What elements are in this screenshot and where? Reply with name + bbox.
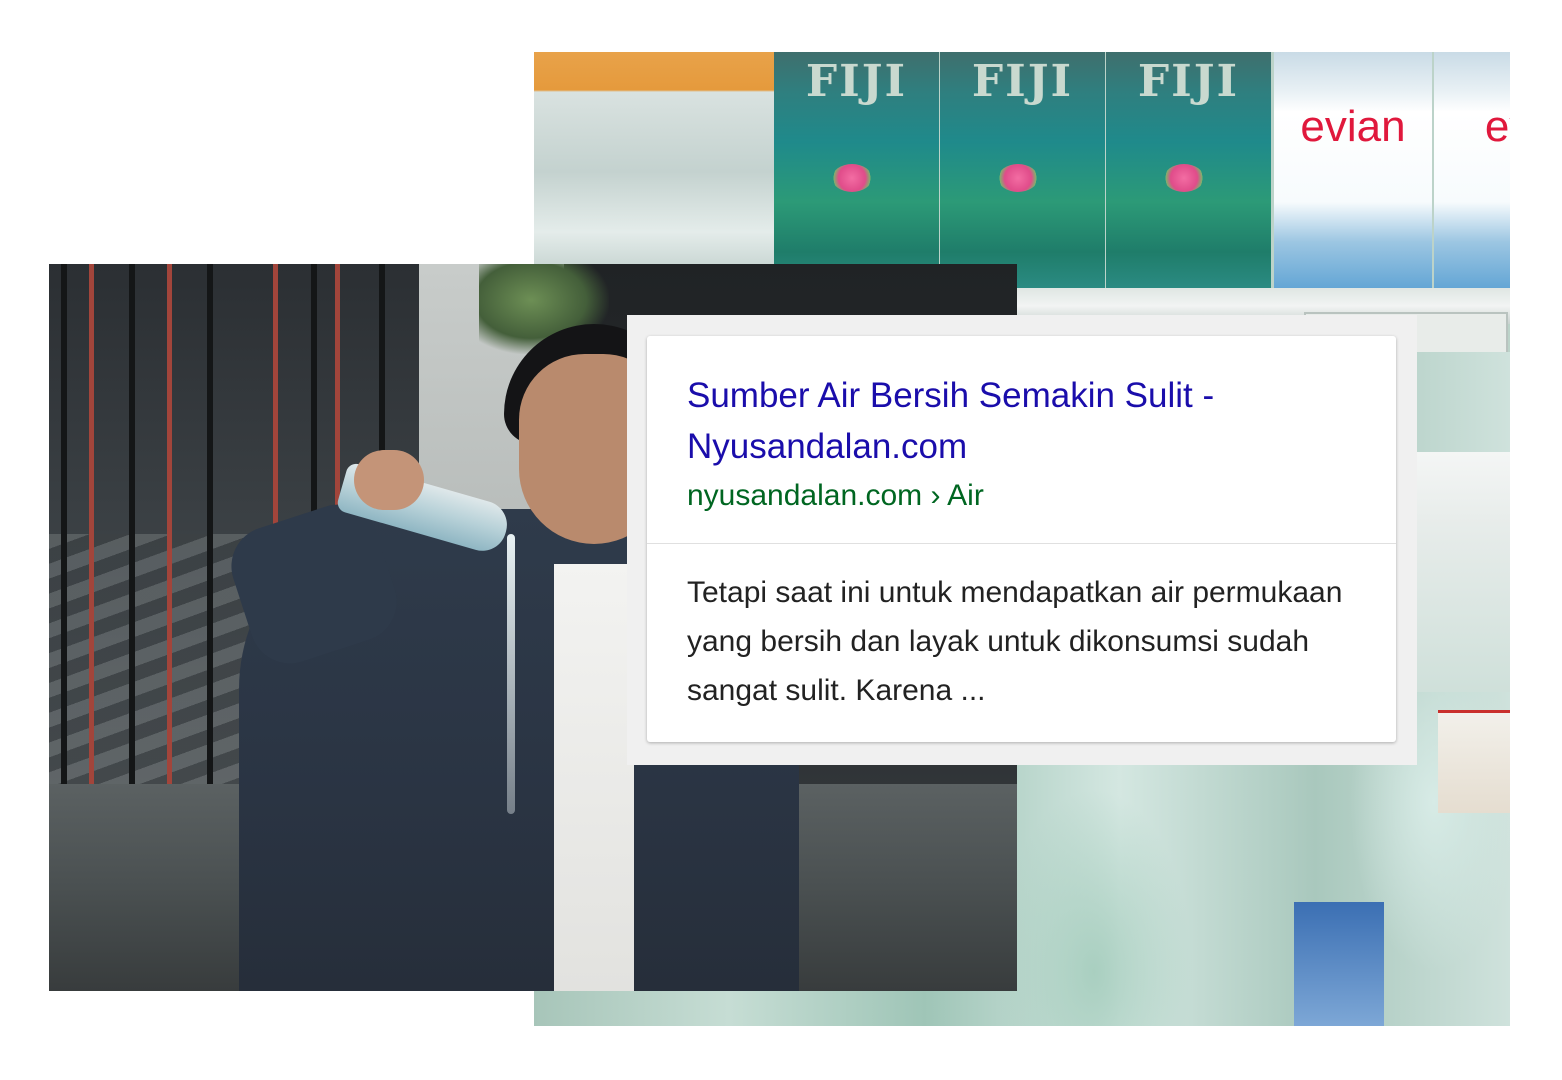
white-tshirt: [554, 564, 634, 991]
water-stream: [507, 534, 515, 814]
shelf-top-row: FIJI FIJI FIJI evian evi: [534, 52, 1510, 292]
evian-bottle: evian: [1274, 52, 1432, 292]
result-title-link[interactable]: Sumber Air Bersih Semakin Sulit - Nyusan…: [687, 370, 1356, 472]
evian-bottle: evi: [1434, 52, 1510, 292]
bar: [167, 264, 172, 804]
brand-label: FIJI: [805, 56, 908, 107]
search-result-card: Sumber Air Bersih Semakin Sulit - Nyusan…: [647, 336, 1396, 742]
result-snippet: Tetapi saat ini untuk mendapatkan air pe…: [687, 576, 1343, 707]
bottle-caps: [1414, 452, 1510, 692]
fiji-bottle: FIJI: [940, 52, 1105, 292]
result-breadcrumb[interactable]: nyusandalan.com › Air: [687, 476, 1356, 516]
bar: [207, 264, 213, 824]
fiji-bottle: FIJI: [1106, 52, 1271, 292]
flower-graphic: [832, 164, 872, 192]
fiji-bottle: FIJI: [774, 52, 939, 292]
divider: [647, 543, 1396, 544]
result-header: Sumber Air Bersih Semakin Sulit - Nyusan…: [687, 370, 1356, 516]
brand-label: evian: [1300, 102, 1406, 151]
bottle-label: [1438, 710, 1510, 813]
flower-graphic: [1164, 164, 1204, 192]
bottle-label: [1294, 902, 1384, 1026]
flower-graphic: [998, 164, 1038, 192]
bar: [129, 264, 135, 824]
brand-label: evi: [1484, 102, 1510, 151]
person-hand: [354, 450, 424, 510]
clear-bottle: [534, 52, 774, 292]
bar: [89, 264, 94, 804]
brand-label: FIJI: [1137, 56, 1240, 107]
bar: [61, 264, 67, 824]
brand-label: FIJI: [971, 56, 1074, 107]
